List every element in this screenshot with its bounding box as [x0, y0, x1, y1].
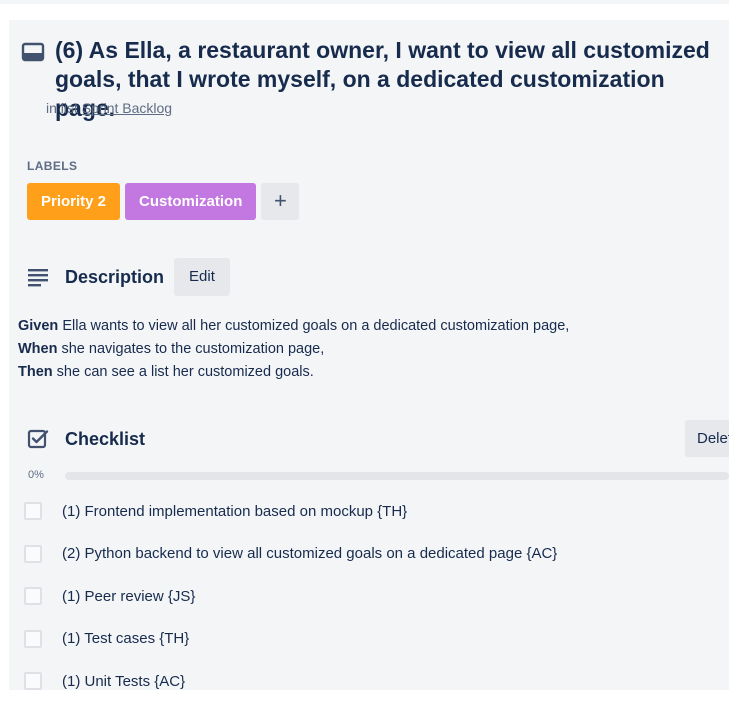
- checklist-item[interactable]: (1) Peer review {JS}: [24, 575, 724, 618]
- label-customization[interactable]: Customization: [125, 183, 257, 220]
- checklist-item[interactable]: (1) Test cases {TH}: [24, 618, 724, 661]
- description-body[interactable]: Given Ella wants to view all her customi…: [18, 315, 569, 384]
- card-detail-panel: (6) As Ella, a restaurant owner, I want …: [9, 20, 729, 691]
- description-keyword: Then: [18, 364, 53, 380]
- in-list-text: in list Sprint Backlog: [46, 100, 172, 116]
- progress-bar: [65, 472, 729, 480]
- top-strip: [0, 0, 729, 4]
- card-icon: [21, 42, 45, 62]
- delete-checklist-button[interactable]: Delete: [685, 420, 729, 457]
- label-priority[interactable]: Priority 2: [27, 183, 121, 220]
- in-list-prefix: in list: [46, 100, 78, 116]
- labels-heading: LABELS: [27, 159, 78, 173]
- checklist-checkbox-icon: [27, 428, 49, 450]
- edit-description-button[interactable]: Edit: [174, 258, 230, 296]
- description-header: Description Edit: [27, 258, 230, 296]
- checklist-item[interactable]: (2) Python backend to view all customize…: [24, 533, 724, 576]
- add-label-button[interactable]: +: [261, 183, 300, 220]
- description-text: Ella wants to view all her customized go…: [58, 318, 570, 334]
- checklist-item-text[interactable]: (1) Frontend implementation based on moc…: [62, 503, 407, 520]
- checkbox[interactable]: [24, 544, 42, 563]
- list-link[interactable]: Sprint Backlog: [82, 100, 172, 116]
- checklist-item-text[interactable]: (1) Test cases {TH}: [62, 630, 189, 647]
- description-keyword: When: [18, 341, 58, 357]
- checklist-item[interactable]: (1) Frontend implementation based on moc…: [24, 490, 724, 533]
- description-line: Given Ella wants to view all her customi…: [18, 315, 569, 338]
- description-title: Description: [65, 266, 165, 287]
- checklist-item[interactable]: (1) Unit Tests {AC}: [24, 660, 724, 703]
- description-text: she can see a list her customized goals.: [52, 364, 314, 380]
- description-keyword: Given: [18, 318, 59, 334]
- description-line: When she navigates to the customization …: [18, 338, 569, 361]
- checkbox[interactable]: [24, 587, 42, 606]
- checkbox[interactable]: [24, 672, 42, 691]
- checkbox[interactable]: [24, 502, 42, 521]
- checklist-items: (1) Frontend implementation based on moc…: [24, 490, 724, 703]
- checkbox[interactable]: [24, 629, 42, 648]
- checklist-title: Checklist: [65, 428, 146, 449]
- checklist-header: Checklist: [27, 420, 145, 458]
- description-text: she navigates to the customization page,: [57, 341, 325, 357]
- description-line: Then she can see a list her customized g…: [18, 361, 569, 384]
- progress-percent: 0%: [28, 469, 44, 481]
- checklist-item-text[interactable]: (1) Peer review {JS}: [62, 588, 195, 605]
- checklist-item-text[interactable]: (1) Unit Tests {AC}: [62, 673, 185, 690]
- description-lines-icon: [27, 266, 49, 288]
- checklist-item-text[interactable]: (2) Python backend to view all customize…: [62, 545, 557, 562]
- labels-row: Priority 2 Customization +: [27, 183, 300, 220]
